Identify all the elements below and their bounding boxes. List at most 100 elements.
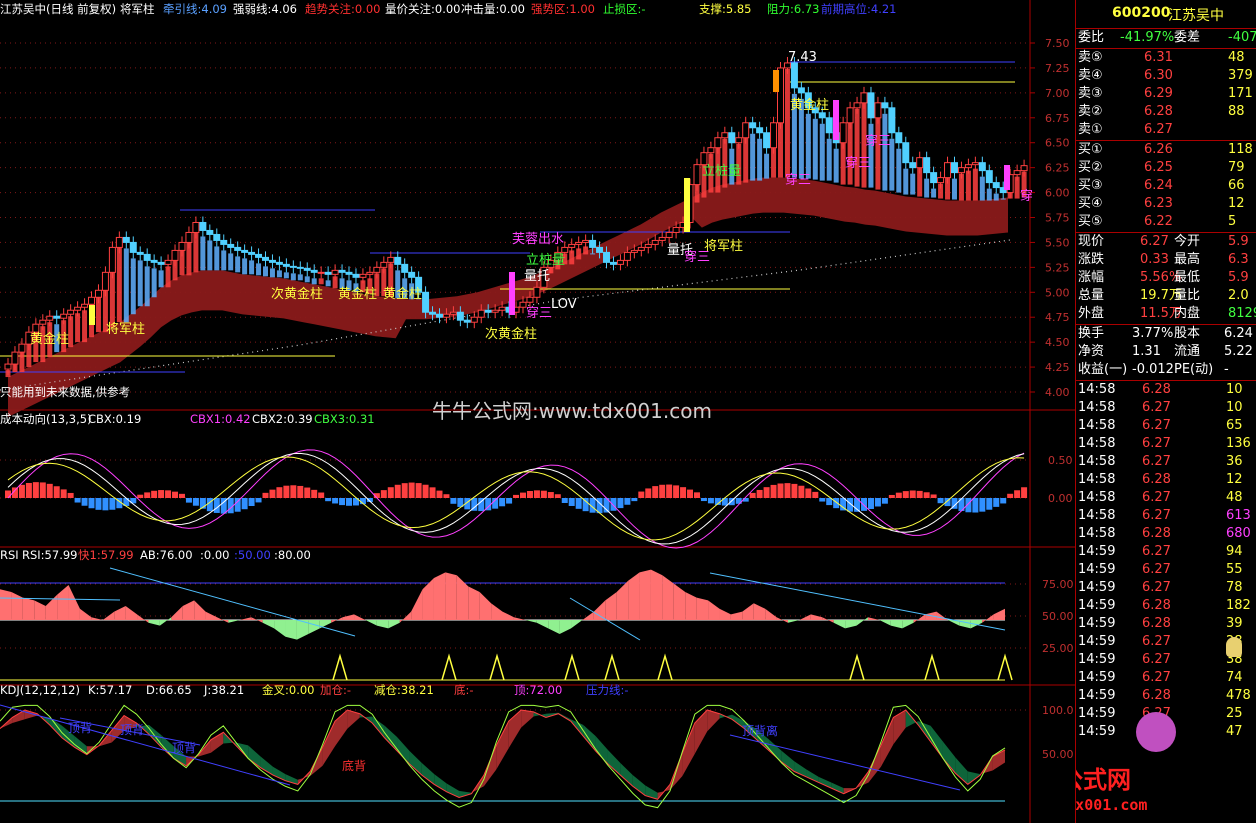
bid-volume: 5	[1228, 214, 1237, 229]
ask-price: 6.31	[1144, 50, 1173, 65]
momentum-column	[805, 113, 811, 179]
candle-body	[700, 152, 708, 166]
rsi-fill	[365, 620, 377, 626]
cb-bar	[888, 494, 895, 498]
ask-row: 卖② 6.28 88	[1076, 103, 1256, 121]
bid-label: 买④	[1078, 196, 1103, 211]
candle-body	[756, 127, 764, 134]
cb-bar	[513, 494, 520, 498]
rsi-trend-line	[109, 567, 356, 637]
tick-volume: 48	[1226, 490, 1243, 505]
momentum-column	[263, 266, 268, 277]
extra-label: 流通	[1174, 344, 1201, 359]
candle-body	[484, 309, 492, 313]
cb-bar	[178, 493, 185, 498]
tick-volume: 182	[1226, 598, 1251, 613]
candle-body	[630, 249, 638, 253]
rsi-fill	[239, 617, 252, 620]
quote-label: 今开	[1174, 234, 1201, 249]
momentum-column	[207, 240, 213, 271]
lightbulb-icon[interactable]	[1226, 637, 1242, 657]
cb-bar	[346, 498, 353, 506]
kdj-header-item: 底:-	[454, 683, 474, 697]
candle-body	[129, 241, 137, 253]
cb-bar	[568, 498, 575, 506]
logo-url: www.tdx001.com	[1075, 796, 1148, 814]
kdj-fill	[595, 736, 608, 764]
cb-header-item: CBX2:0.39	[252, 412, 313, 426]
cb-bar	[25, 482, 32, 498]
cb-bar	[561, 498, 568, 503]
tick-price: 6.27	[1142, 490, 1171, 505]
rsi-fill	[354, 614, 366, 620]
momentum-column	[283, 272, 289, 279]
cb-bar	[812, 491, 819, 498]
rsi-fill	[308, 620, 320, 634]
candle-body	[1013, 170, 1021, 176]
kdj-fill	[893, 710, 906, 745]
bid-price: 6.24	[1144, 178, 1173, 193]
tick-volume: 78	[1226, 580, 1243, 595]
momentum-column	[819, 123, 825, 181]
tick-time: 14:58	[1078, 400, 1116, 415]
tick-volume: 65	[1226, 418, 1243, 433]
quote-panel: 600200 江苏吴中 委比 -41.97% 委差 -407 卖⑤ 6.31 48 卖④ 6.3…	[1075, 0, 1256, 823]
rsi-fill	[468, 586, 480, 620]
tick-volume: 74	[1226, 670, 1243, 685]
momentum-column	[158, 270, 164, 288]
tick-row: 14:59 6.27 94	[1076, 543, 1256, 561]
candle-body	[275, 261, 283, 265]
rsi-fill	[993, 608, 1005, 620]
candle-body	[178, 241, 186, 251]
tick-volume: 94	[1226, 544, 1243, 559]
momentum-column	[896, 148, 902, 193]
candle-body	[470, 316, 478, 323]
extra-value: 3.77%	[1132, 326, 1174, 341]
price-tick-label: 6.50	[1045, 137, 1070, 150]
candle-body	[171, 249, 179, 261]
chart-area[interactable]: 7.50 7.25 7.00 6.75 6.50 6.25 6.00 5.75 5.50 5.25…	[0, 0, 1075, 823]
candle-body	[937, 177, 945, 184]
cb-bar	[756, 489, 763, 498]
quote-label: 涨幅	[1078, 270, 1105, 285]
tick-volume: 12	[1226, 472, 1243, 487]
rsi-fill	[216, 617, 229, 623]
logo-text: 牛牛公式网	[1076, 766, 1131, 794]
rsi-fill	[902, 620, 914, 629]
candle-body	[693, 164, 701, 186]
candle-body	[895, 132, 903, 144]
cb-bar	[339, 498, 346, 506]
quote-label: 总量	[1078, 288, 1105, 303]
ask-volume: 48	[1228, 50, 1245, 65]
tick-time: 14:59	[1078, 724, 1116, 739]
bid-row: 买② 6.25 79	[1076, 159, 1256, 177]
candle-body	[81, 303, 89, 308]
chart-svg[interactable]: 7.50 7.25 7.00 6.75 6.50 6.25 6.00 5.75 5.50 5.25…	[0, 0, 1075, 823]
quote-value: 6.27	[1140, 234, 1169, 249]
tick-volume: 10	[1226, 400, 1243, 415]
candle-body	[150, 259, 158, 263]
candle-body	[867, 92, 875, 119]
cb-bar	[95, 498, 102, 510]
cb-bar	[874, 498, 881, 507]
candle-body	[728, 132, 736, 144]
cb-bar	[262, 492, 269, 498]
tick-time: 14:58	[1078, 472, 1116, 487]
momentum-column	[228, 253, 234, 271]
bid-label: 买①	[1078, 142, 1103, 157]
cb-bar	[909, 490, 916, 498]
candle-body	[164, 259, 172, 265]
price-signal-label: 穿三	[684, 249, 710, 265]
cb-bar	[624, 498, 631, 505]
candle-body	[74, 306, 82, 311]
price-signal-label: 黄金柱	[338, 286, 377, 302]
price-tick-label: 5.50	[1045, 236, 1070, 249]
rsi-fill	[0, 589, 12, 620]
candle-body	[199, 221, 207, 231]
rsi-tick-label: 50.00	[1042, 610, 1074, 623]
cb-header-item: CBX1:0.42	[190, 412, 251, 426]
momentum-column	[75, 313, 81, 343]
tick-time: 14:59	[1078, 652, 1116, 667]
rsi-fill	[114, 606, 126, 620]
bid-label: 买⑤	[1078, 214, 1103, 229]
